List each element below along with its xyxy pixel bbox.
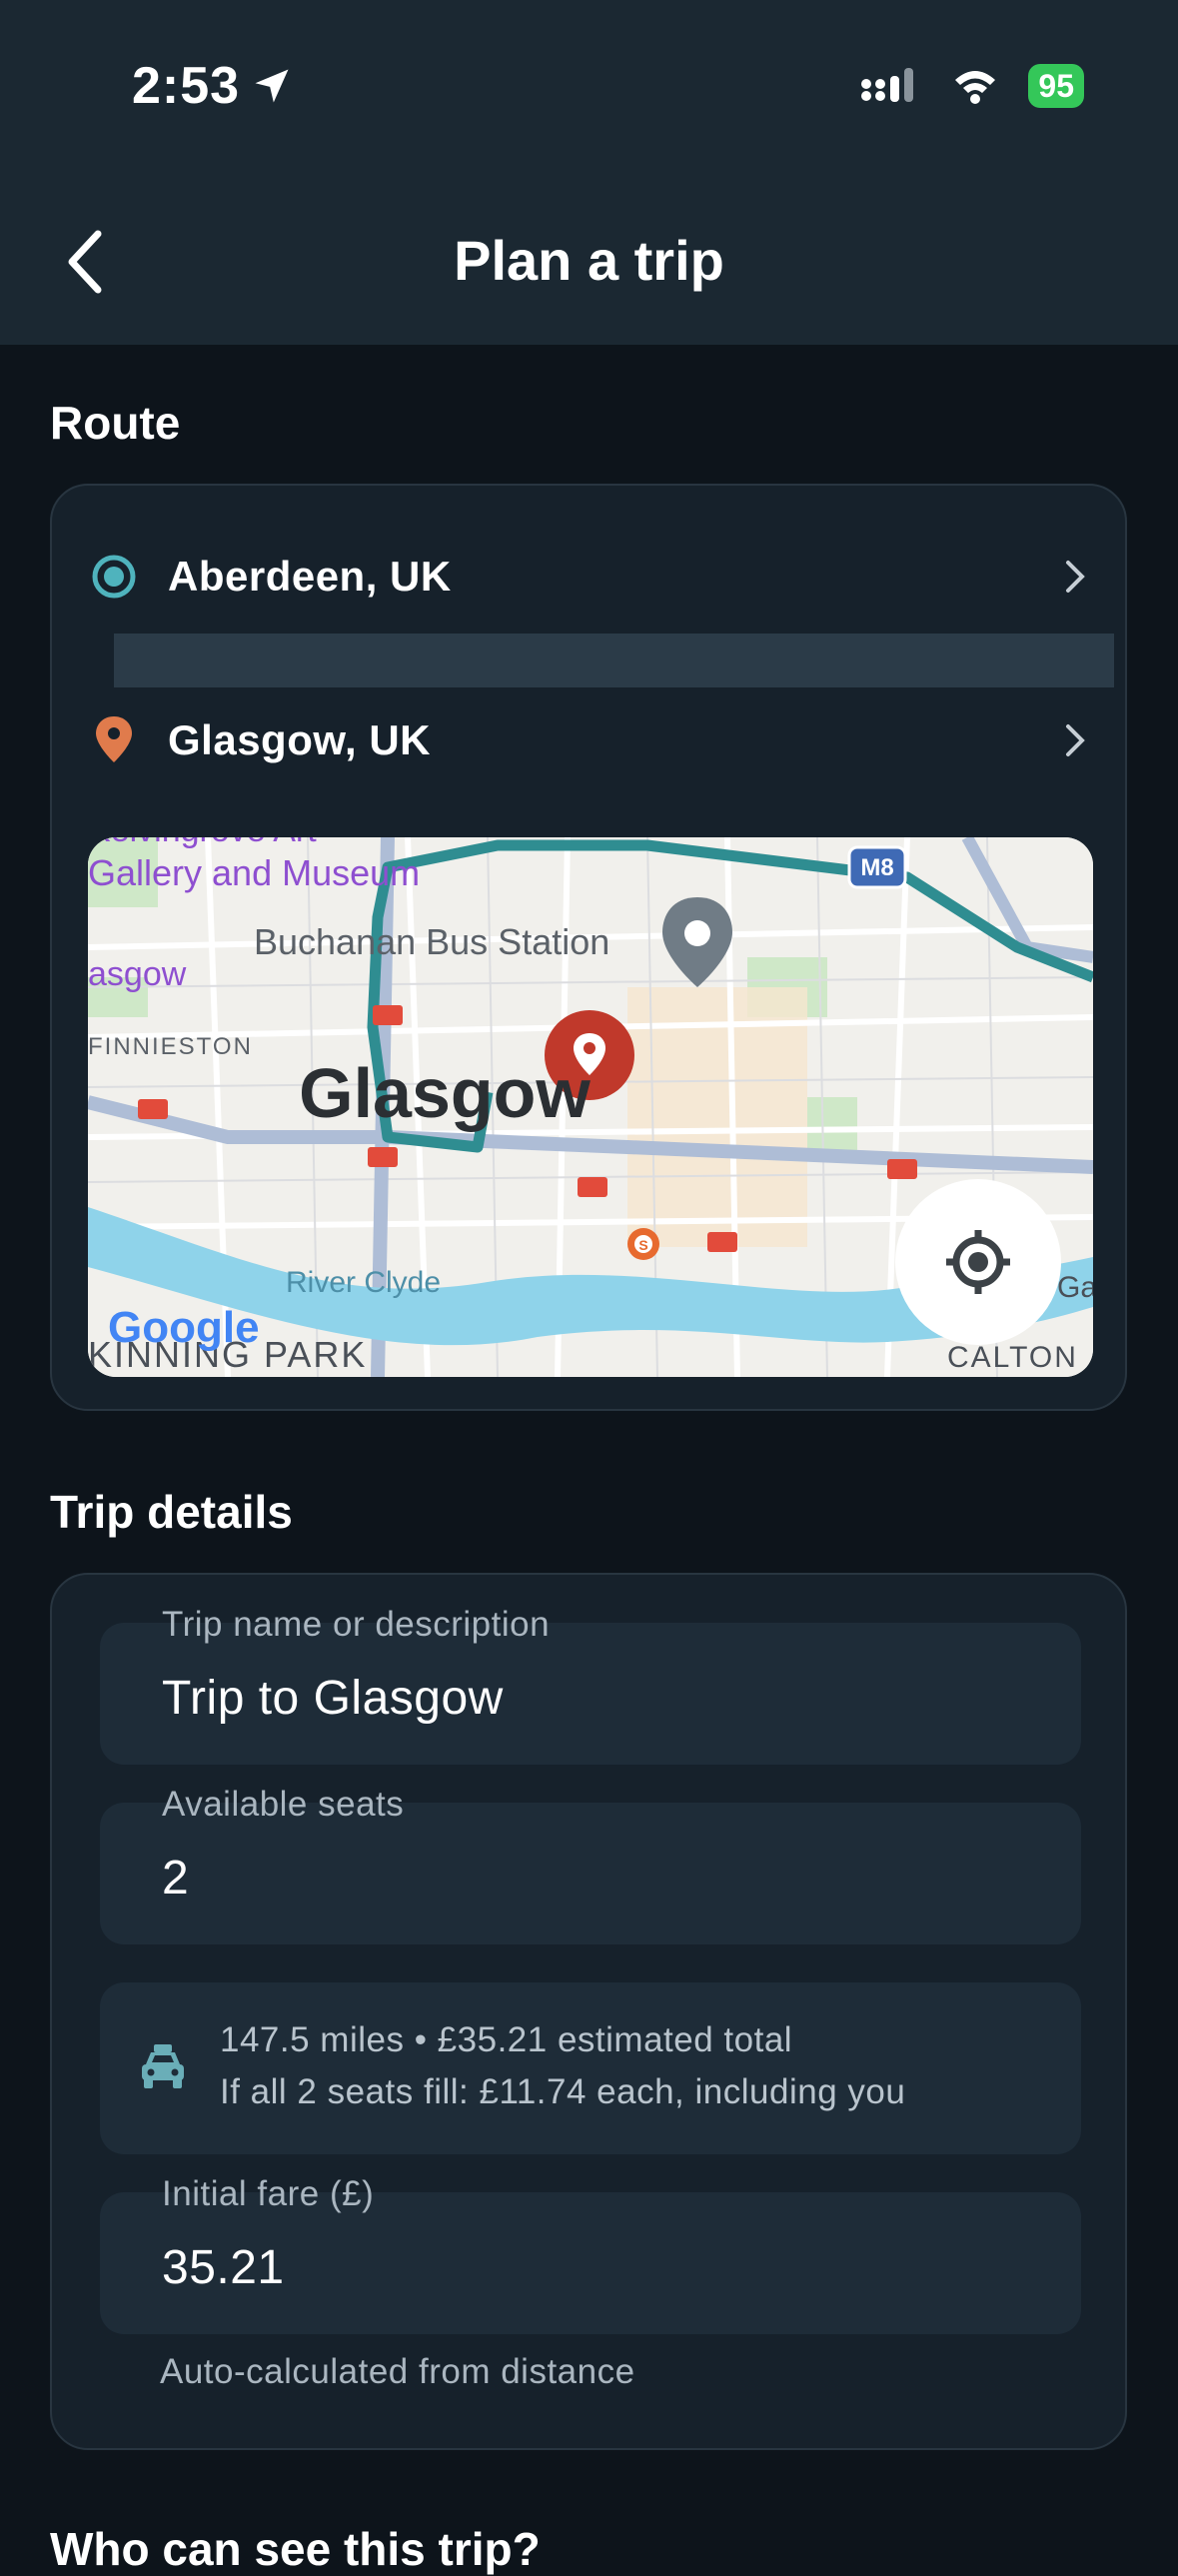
wifi-icon xyxy=(955,71,996,104)
map-label-calton: CALTON xyxy=(947,1341,1078,1374)
subway-label: S xyxy=(638,1237,647,1253)
route-map[interactable]: M8 S Kelvingrove Art Gallery and Museum … xyxy=(88,837,1093,1377)
fare-field[interactable]: Initial fare (£) 35.21 xyxy=(100,2174,1081,2334)
origin-row[interactable]: Aberdeen, UK xyxy=(90,532,1087,622)
map-label-gallery-top: Kelvingrove Art xyxy=(88,837,317,849)
location-arrow-icon xyxy=(255,69,289,103)
page-title: Plan a trip xyxy=(454,229,724,292)
fare-input[interactable]: 35.21 xyxy=(162,2240,285,2295)
trip-name-label: Trip name or description xyxy=(162,1605,551,1644)
trip-name-input[interactable]: Trip to Glasgow xyxy=(162,1671,504,1726)
map-pin-icon xyxy=(96,716,132,762)
my-location-button[interactable] xyxy=(895,1179,1061,1345)
battery-indicator: 95 xyxy=(1028,64,1084,108)
map-label-glasgow-left: asgow xyxy=(88,955,187,993)
seats-label: Available seats xyxy=(162,1785,405,1824)
fare-label: Initial fare (£) xyxy=(162,2174,375,2213)
seats-field[interactable]: Available seats 2 xyxy=(100,1785,1081,1944)
status-time: 2:53 xyxy=(132,56,294,116)
map-canvas: M8 S Kelvingrove Art Gallery and Museum … xyxy=(88,837,1093,1377)
route-card: Aberdeen, UK Glasgow, UK M8 S Gallery an… xyxy=(50,484,1127,1411)
chevron-right-icon xyxy=(1066,561,1085,593)
signal-icon xyxy=(861,68,914,102)
fare-estimate-info: 147.5 miles • £35.21 estimated total If … xyxy=(100,1982,1081,2154)
visibility-section-title: Who can see this trip? xyxy=(50,2523,541,2575)
origin-label: Aberdeen, UK xyxy=(168,553,452,600)
google-attribution: Google xyxy=(108,1303,260,1352)
map-label-river: River Clyde xyxy=(286,1266,441,1299)
status-icons: 95 xyxy=(858,64,1084,108)
fare-estimate-line1: 147.5 miles • £35.21 estimated total xyxy=(220,2020,793,2059)
fare-estimate-line2: If all 2 seats fill: £11.74 each, includ… xyxy=(220,2072,906,2111)
origin-radio-icon xyxy=(92,555,136,599)
map-label-bus-station: Buchanan Bus Station xyxy=(254,921,609,962)
map-label-ga: Ga xyxy=(1057,1271,1093,1304)
destination-row[interactable]: Glasgow, UK xyxy=(90,695,1087,785)
route-divider xyxy=(114,634,1114,687)
fare-hint: Auto-calculated from distance xyxy=(160,2352,635,2391)
destination-label: Glasgow, UK xyxy=(168,716,431,763)
map-label-gallery: Gallery and Museum xyxy=(88,852,420,893)
trip-details-card: Trip name or description Trip to Glasgow… xyxy=(50,1573,1127,2450)
trip-name-field[interactable]: Trip name or description Trip to Glasgow xyxy=(100,1605,1081,1765)
map-label-finnieston: FINNIESTON xyxy=(88,1033,253,1060)
map-label-city: Glasgow xyxy=(299,1054,590,1132)
motorway-label: M8 xyxy=(860,854,893,881)
seats-input[interactable]: 2 xyxy=(162,1851,189,1906)
route-section-title: Route xyxy=(50,397,181,449)
chevron-right-icon xyxy=(1066,724,1085,756)
trip-details-section-title: Trip details xyxy=(50,1486,293,1538)
app-header: 2:53 95 Plan a trip xyxy=(0,0,1178,345)
car-icon xyxy=(142,2044,184,2088)
